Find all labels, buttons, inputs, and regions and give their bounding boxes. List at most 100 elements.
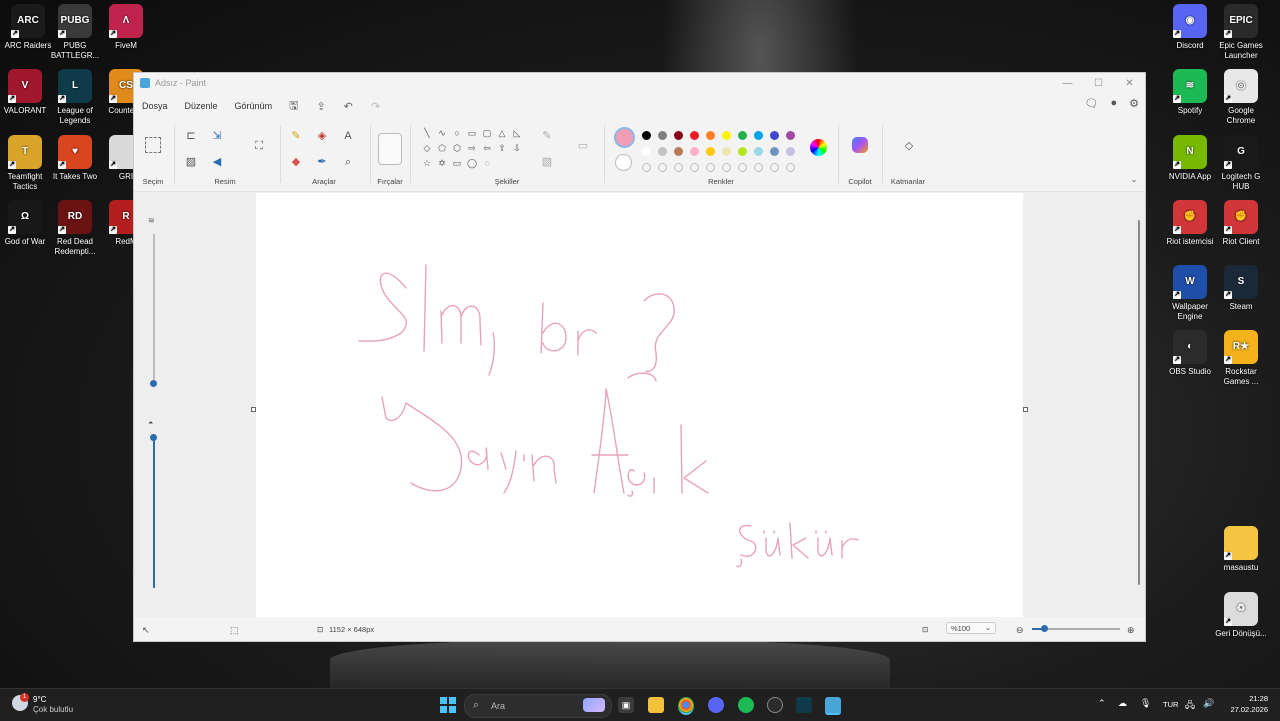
close-button[interactable]: ✕ <box>1114 73 1145 93</box>
color-swatch[interactable] <box>674 131 683 140</box>
shape-tool-icon[interactable]: ⇦ <box>480 141 494 155</box>
shape-tool-icon[interactable]: ╲ <box>420 126 434 140</box>
left-desktop-icon[interactable]: V ↗ VALORANT <box>0 69 53 116</box>
right-desktop-icon[interactable]: ◎ ↗ Google Chrome <box>1213 69 1269 126</box>
league-taskbar-icon[interactable] <box>796 697 812 713</box>
weather-temp[interactable]: 9°C <box>33 695 46 704</box>
color-swatch[interactable] <box>770 147 779 156</box>
clock-date[interactable]: 27.02.2026 <box>1222 705 1268 714</box>
color-swatch[interactable] <box>754 131 763 140</box>
shape-tool-icon[interactable]: ⇩ <box>510 141 524 155</box>
paint-taskbar-icon[interactable] <box>825 697 841 715</box>
menu-edit[interactable]: Düzenle <box>185 101 218 111</box>
opacity-slider-thumb[interactable] <box>150 434 157 441</box>
color-swatch[interactable] <box>738 147 747 156</box>
shape-tool-icon[interactable]: ✡ <box>435 156 449 170</box>
shape-tool-icon[interactable]: ▭ <box>450 156 464 170</box>
custom-color-slot[interactable] <box>770 163 779 172</box>
copilot-icon[interactable] <box>852 137 868 153</box>
color-swatch[interactable] <box>722 147 731 156</box>
color-swatch[interactable] <box>690 131 699 140</box>
undo-icon[interactable]: ↶ <box>344 100 353 113</box>
shape-fill-icon[interactable]: ▧ <box>540 155 554 169</box>
save-icon[interactable]: 🖫 <box>289 97 298 116</box>
custom-color-slot[interactable] <box>642 163 651 172</box>
color-swatch[interactable] <box>706 131 715 140</box>
zoom-select[interactable]: %100 ⌄ <box>946 622 996 634</box>
image-select-icon[interactable]: ⛶ <box>252 139 266 153</box>
color-swatch[interactable] <box>786 147 795 156</box>
custom-color-slot[interactable] <box>706 163 715 172</box>
right-desktop-icon[interactable]: W ↗ Wallpaper Engine <box>1162 265 1218 322</box>
magnifier-icon[interactable]: ⌕ <box>341 155 355 169</box>
outline-icon[interactable]: ✎ <box>540 129 554 143</box>
microphone-icon[interactable]: 🎙 <box>1140 698 1151 709</box>
color-swatch[interactable] <box>642 147 651 156</box>
fit-to-window-icon[interactable]: ⊡ <box>922 625 928 634</box>
shape-tool-icon[interactable]: ◯ <box>465 156 479 170</box>
custom-color-slot[interactable] <box>738 163 747 172</box>
left-desktop-icon[interactable]: Λ ↗ FiveM <box>98 4 154 51</box>
shape-tool-icon[interactable]: ⇧ <box>495 141 509 155</box>
task-view-icon[interactable]: ▣ <box>618 697 634 713</box>
title-bar[interactable]: Adsız - Paint — ☐ ✕ <box>134 73 1145 93</box>
right-desktop-icon[interactable]: ◉ ↗ Discord <box>1162 4 1218 51</box>
resize-handle-right[interactable] <box>1023 407 1028 412</box>
right-desktop-icon[interactable]: EPIC ↗ Epic Games Launcher <box>1213 4 1269 61</box>
color-swatch[interactable] <box>658 147 667 156</box>
zoom-in-icon[interactable]: ⊕ <box>1127 625 1135 636</box>
left-desktop-icon[interactable]: L ↗ League of Legends <box>47 69 103 126</box>
color-picker-icon[interactable]: ✒ <box>315 155 329 169</box>
zoom-slider-thumb[interactable] <box>1041 625 1048 632</box>
right-desktop-icon[interactable]: N ↗ NVIDIA App <box>1162 135 1218 182</box>
vertical-scrollbar[interactable] <box>1136 192 1142 617</box>
collapse-ribbon-icon[interactable]: ⌄ <box>1127 173 1141 187</box>
drawing-canvas[interactable] <box>256 193 1023 617</box>
custom-color-slot[interactable] <box>722 163 731 172</box>
shape-tool-icon[interactable]: ⬡ <box>450 141 464 155</box>
size-slider-thumb[interactable] <box>150 380 157 387</box>
pencil-icon[interactable]: ✎ <box>289 129 303 143</box>
redo-icon[interactable]: ↷ <box>371 100 380 113</box>
profile-icon[interactable]: ● <box>1110 97 1117 110</box>
left-desktop-icon[interactable]: T ↗ Teamfight Tactics <box>0 135 53 192</box>
color-swatch[interactable] <box>690 147 699 156</box>
shape-tool-icon[interactable]: ▢ <box>480 126 494 140</box>
custom-color-slot[interactable] <box>658 163 667 172</box>
chrome-taskbar-icon[interactable] <box>678 697 694 715</box>
cloud-icon[interactable]: ☁ <box>1118 698 1127 709</box>
left-desktop-icon[interactable]: PUBG ↗ PUBG BATTLEGR... <box>47 4 103 61</box>
share-icon[interactable]: ⇪ <box>316 100 325 113</box>
right-desktop-icon[interactable]: G ↗ Logitech G HUB <box>1213 135 1269 192</box>
left-desktop-icon[interactable]: Ω ↗ God of War <box>0 200 53 247</box>
left-desktop-icon[interactable]: RD ↗ Red Dead Redempti... <box>47 200 103 257</box>
color-swatch[interactable] <box>674 147 683 156</box>
secondary-color[interactable] <box>615 154 632 171</box>
weather-text[interactable]: Çok bulutlu <box>33 705 73 714</box>
scrollbar-thumb[interactable] <box>1138 220 1140 585</box>
settings-icon[interactable]: ⚙ <box>1129 97 1139 110</box>
resize-icon[interactable]: ⇲ <box>210 129 224 143</box>
right-desktop-icon[interactable]: ♻ ↗ Geri Dönüşü... <box>1213 592 1269 639</box>
color-swatch[interactable] <box>722 131 731 140</box>
flip-icon[interactable]: ◀ <box>210 155 224 169</box>
color-swatch[interactable] <box>642 131 651 140</box>
chevron-up-icon[interactable]: ⌃ <box>1098 698 1106 709</box>
shape-tool-icon[interactable]: ⬠ <box>435 141 449 155</box>
layers-icon[interactable]: ◇ <box>902 139 916 153</box>
shape-tool-icon[interactable]: ∿ <box>435 126 449 140</box>
right-desktop-icon[interactable]: ✊ ↗ Riot Client <box>1213 200 1269 247</box>
zoom-out-icon[interactable]: ⊖ <box>1016 625 1024 636</box>
primary-color[interactable] <box>614 127 635 148</box>
color-swatch[interactable] <box>786 131 795 140</box>
resize-handle-left[interactable] <box>251 407 256 412</box>
right-desktop-icon[interactable]: ✊ ↗ Riot istemcisi <box>1162 200 1218 247</box>
color-swatch[interactable] <box>754 147 763 156</box>
color-swatch[interactable] <box>738 131 747 140</box>
windows-start-icon[interactable] <box>440 697 456 713</box>
shape-tool-icon[interactable]: ◌ <box>480 156 494 170</box>
minimize-button[interactable]: — <box>1052 73 1083 93</box>
select-icon[interactable] <box>145 137 161 153</box>
shape-tool-icon[interactable]: ◇ <box>420 141 434 155</box>
shape-tool-icon[interactable]: ☆ <box>420 156 434 170</box>
